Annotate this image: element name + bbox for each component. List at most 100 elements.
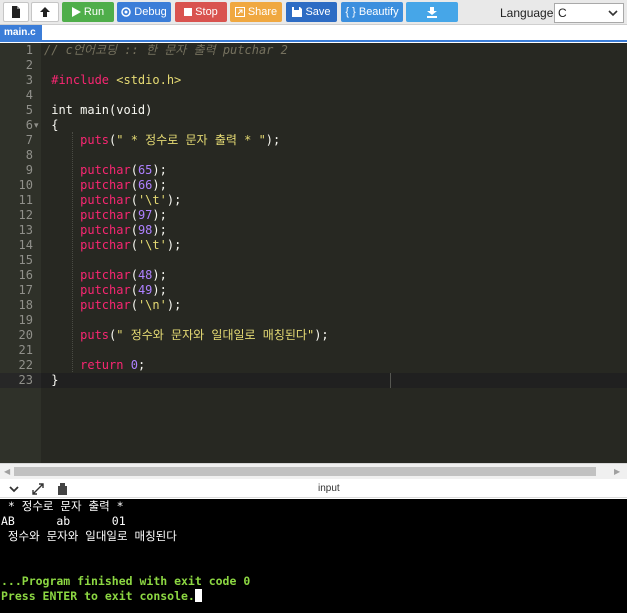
line-number: 23 xyxy=(18,373,33,387)
code-token: ); xyxy=(152,223,167,237)
code-token: putchar xyxy=(44,163,131,177)
tab-main-c[interactable]: main.c xyxy=(0,25,42,40)
code-line: // c언어코딩 :: 한 문자 출력 putchar 2 xyxy=(44,43,288,58)
beautify-button[interactable]: { } Beautify xyxy=(341,2,403,22)
code-line: putchar(49); xyxy=(44,283,167,298)
code-token: 48 xyxy=(137,268,153,282)
code-token: ); xyxy=(152,178,167,192)
debug-icon xyxy=(121,7,132,17)
language-value: C xyxy=(558,6,567,20)
scrollbar-thumb[interactable] xyxy=(14,467,596,476)
run-label: Run xyxy=(83,6,105,18)
code-token: putchar xyxy=(44,178,131,192)
code-token: ); xyxy=(152,163,167,177)
line-number: 11 xyxy=(18,193,33,207)
new-file-button[interactable] xyxy=(3,2,29,22)
horizontal-scrollbar[interactable]: ◀ ▶ xyxy=(0,463,627,479)
stop-label: Stop xyxy=(195,6,218,18)
code-token: } xyxy=(44,373,59,387)
code-line: } xyxy=(44,373,58,388)
code-line: putchar(97); xyxy=(44,208,167,223)
code-line: return 0; xyxy=(44,358,145,373)
scroll-right-icon[interactable]: ▶ xyxy=(614,467,620,476)
code-token: '\n' xyxy=(137,298,167,312)
line-number: 12 xyxy=(18,208,33,222)
save-button[interactable]: Save xyxy=(286,2,337,22)
code-token: 65 xyxy=(137,163,153,177)
code-token: " * 정수로 문자 출력 * " xyxy=(116,133,266,147)
code-token: putchar xyxy=(44,298,131,312)
code-token: ( xyxy=(130,268,138,282)
code-line: putchar(98); xyxy=(44,223,167,238)
toolbar: Run Debug Stop Share Save { } Beautify L… xyxy=(0,0,627,25)
code-token: int main(void) xyxy=(44,103,153,117)
collapse-icon[interactable] xyxy=(8,483,20,495)
code-line: { xyxy=(44,118,58,133)
language-select[interactable]: C xyxy=(554,3,624,23)
code-token: 98 xyxy=(137,223,153,237)
line-number: 18 xyxy=(18,298,33,312)
code-token: ( xyxy=(130,178,138,192)
code-token: 0 xyxy=(130,358,138,372)
console-line: * 정수로 문자 출력 * xyxy=(1,499,124,513)
language-label: Language xyxy=(500,6,554,20)
fold-arrow-icon[interactable]: ▾ xyxy=(34,118,39,133)
line-number: 9 xyxy=(25,163,33,177)
line-number: 6 xyxy=(25,118,33,132)
file-tab-bar: main.c xyxy=(0,25,627,42)
code-token: putchar xyxy=(44,283,131,297)
code-line: #include <stdio.h> xyxy=(44,73,181,88)
code-token: ); xyxy=(152,268,167,282)
code-token: '\t' xyxy=(137,238,167,252)
run-button[interactable]: Run xyxy=(62,2,114,22)
code-token: ; xyxy=(137,358,146,372)
line-number: 2 xyxy=(25,58,33,72)
stop-button[interactable]: Stop xyxy=(175,2,227,22)
code-token: ( xyxy=(130,283,138,297)
code-line: putchar('\t'); xyxy=(44,238,181,253)
code-token: ); xyxy=(152,208,167,222)
download-button[interactable] xyxy=(406,2,458,22)
line-number: 21 xyxy=(18,343,33,357)
code-token: 97 xyxy=(137,208,153,222)
code-token: ( xyxy=(130,193,138,207)
code-line: putchar(65); xyxy=(44,163,167,178)
share-button[interactable]: Share xyxy=(230,2,282,22)
code-editor[interactable]: 1 2 3 4 5 6 7 8 9 10 11 12 13 14 15 16 17 18 19 20 21 22 23 //… xyxy=(0,43,627,463)
expand-icon[interactable] xyxy=(32,483,44,495)
code-token: 66 xyxy=(137,178,153,192)
line-number: 4 xyxy=(25,88,33,102)
console-title: input xyxy=(318,483,340,494)
chevron-down-icon xyxy=(608,10,618,17)
line-number: 15 xyxy=(18,253,33,267)
code-line: puts(" 정수와 문자와 일대일로 매칭된다"); xyxy=(44,328,329,343)
code-token: #include xyxy=(44,73,117,87)
share-icon xyxy=(234,7,245,17)
code-token: '\t' xyxy=(137,193,167,207)
console-line: AB ab 01 xyxy=(1,514,126,528)
code-token: putchar xyxy=(44,223,131,237)
code-line: putchar('\n'); xyxy=(44,298,181,313)
beautify-label: { } Beautify xyxy=(345,6,399,18)
save-label: Save xyxy=(305,6,331,18)
debug-button[interactable]: Debug xyxy=(117,2,171,22)
stop-icon xyxy=(184,8,193,16)
upload-button[interactable] xyxy=(31,2,59,22)
upload-icon xyxy=(40,7,50,17)
press-enter-text: Press ENTER to exit console. xyxy=(1,589,195,603)
clear-console-icon[interactable] xyxy=(57,483,68,495)
line-number: 14 xyxy=(18,238,33,252)
code-token: // c언어코딩 :: 한 문자 출력 putchar 2 xyxy=(44,43,288,57)
console-cursor xyxy=(194,589,202,602)
scroll-left-icon[interactable]: ◀ xyxy=(4,467,10,476)
code-token: " 정수와 문자와 일대일로 매칭된다" xyxy=(116,328,315,342)
code-token: puts xyxy=(44,328,110,342)
code-token: ); xyxy=(152,283,167,297)
debug-label: Debug xyxy=(134,6,167,18)
line-number: 1 xyxy=(25,43,33,57)
console-output[interactable]: * 정수로 문자 출력 * AB ab 01 정수와 문자와 일대일로 매칭된다… xyxy=(0,499,627,613)
code-line: putchar('\t'); xyxy=(44,193,181,208)
active-line-highlight xyxy=(41,373,627,388)
text-cursor xyxy=(390,373,391,388)
code-token: ( xyxy=(130,223,138,237)
